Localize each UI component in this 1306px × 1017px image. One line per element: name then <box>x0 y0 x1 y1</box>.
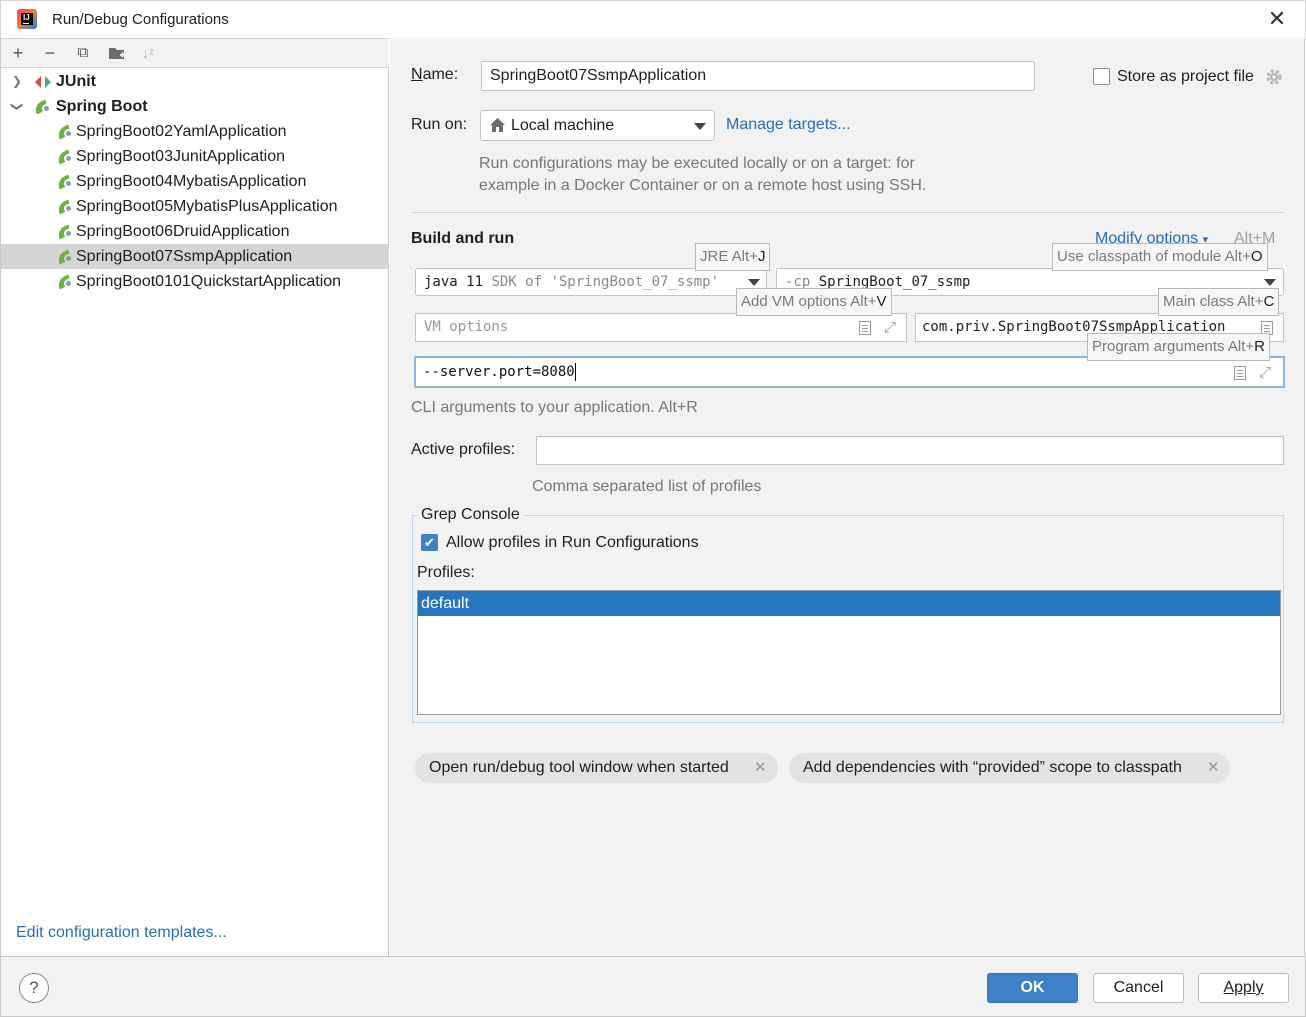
chevron-down-icon <box>1264 279 1276 286</box>
run-on-hint-line-1: Run configurations may be executed local… <box>479 155 915 172</box>
list-item[interactable]: default <box>418 591 1280 616</box>
run-on-dropdown[interactable]: Local machine <box>480 110 715 141</box>
store-label[interactable]: Store as project file <box>1117 68 1254 86</box>
configuration-editor: Name: SpringBoot07SsmpApplication Store … <box>390 38 1305 956</box>
name-field[interactable]: SpringBoot07SsmpApplication <box>481 61 1035 91</box>
tree-item[interactable]: SpringBoot06DruidApplication <box>1 219 389 244</box>
expand-icon[interactable]: ⤢ <box>882 320 898 336</box>
run-on-hint-line-2: example in a Docker Container or on a re… <box>479 177 927 194</box>
chevron-right-icon[interactable]: ❯ <box>10 69 24 94</box>
close-icon[interactable]: ✕ <box>1265 7 1289 31</box>
copy-icon[interactable]: ⧉ <box>72 42 94 64</box>
tree-group-label: Spring Boot <box>56 98 148 115</box>
home-icon <box>490 118 505 136</box>
tree-toolbar: + − ⧉ ↓ᶻ <box>1 38 389 68</box>
program-arguments-value: --server.port=8080 <box>423 363 576 381</box>
ok-button[interactable]: OK <box>987 973 1078 1003</box>
spring-boot-app-icon <box>55 223 74 240</box>
active-profiles-field[interactable] <box>536 436 1284 465</box>
chip-label: Add dependencies with “provided” scope t… <box>803 759 1182 776</box>
vm-options-placeholder: VM options <box>424 319 509 335</box>
chevron-down-icon <box>748 279 760 286</box>
gear-icon[interactable] <box>1265 68 1283 86</box>
document-icon[interactable] <box>859 321 871 335</box>
edit-templates-link[interactable]: Edit configuration templates... <box>16 924 227 942</box>
profiles-hint: Comma separated list of profiles <box>532 478 762 495</box>
tree-item-label: SpringBoot03JunitApplication <box>76 148 286 165</box>
program-arguments-tooltip: Program arguments Alt+R <box>1087 333 1271 361</box>
jre-value: java 11 SDK of 'SpringBoot_07_ssmp' <box>424 274 720 290</box>
build-run-heading: Build and run <box>411 230 515 247</box>
dialog-footer: ? OK Cancel Apply <box>0 956 1306 1017</box>
junit-icon <box>34 73 52 89</box>
tree-group-junit[interactable]: ❯ JUnit <box>1 69 389 94</box>
manage-targets-link[interactable]: Manage targets... <box>726 116 851 134</box>
divider <box>411 212 1284 213</box>
tree-item-label: SpringBoot02YamlApplication <box>76 123 287 140</box>
spring-boot-app-icon <box>55 273 74 290</box>
cli-hint: CLI arguments to your application. Alt+R <box>411 399 698 416</box>
help-icon[interactable]: ? <box>19 973 49 1003</box>
jre-tooltip: JRE Alt+J <box>695 243 771 271</box>
chip-label: Open run/debug tool window when started <box>429 759 729 776</box>
apply-button[interactable]: Apply <box>1198 973 1289 1003</box>
vm-options-tooltip: Add VM options Alt+V <box>736 288 892 316</box>
tree-item[interactable]: SpringBoot03JunitApplication <box>1 144 389 169</box>
tree-group-spring-boot[interactable]: ❯ Spring Boot <box>1 94 389 119</box>
title-bar: IJ Run/Debug Configurations ✕ <box>0 0 1306 38</box>
tree-item-label: SpringBoot0101QuickstartApplication <box>76 273 342 290</box>
add-icon[interactable]: + <box>7 42 29 64</box>
allow-profiles-checkbox[interactable]: ✔ <box>421 534 438 551</box>
name-label: Name: <box>411 66 459 83</box>
name-value: SpringBoot07SsmpApplication <box>490 67 707 84</box>
profiles-label: Profiles: <box>417 564 475 581</box>
spring-boot-app-icon <box>55 123 74 140</box>
intellij-idea-icon: IJ <box>17 9 37 29</box>
spring-boot-app-icon <box>55 173 74 190</box>
document-icon[interactable] <box>1234 366 1246 380</box>
tree-item-label: SpringBoot06DruidApplication <box>76 223 290 240</box>
provided-scope-chip[interactable]: Add dependencies with “provided” scope t… <box>789 753 1230 783</box>
close-icon[interactable]: ✕ <box>754 753 767 783</box>
run-on-label: Run on: <box>411 116 468 133</box>
profiles-list[interactable]: default <box>417 590 1281 715</box>
classpath-tooltip: Use classpath of module Alt+O <box>1052 243 1268 271</box>
main-class-tooltip: Main class Alt+C <box>1158 288 1280 316</box>
open-tool-window-chip[interactable]: Open run/debug tool window when started … <box>415 753 778 783</box>
spring-boot-app-icon <box>55 198 74 215</box>
tree-item[interactable]: SpringBoot02YamlApplication <box>1 119 389 144</box>
tree-item[interactable]: SpringBoot0101QuickstartApplication <box>1 269 389 294</box>
allow-profiles-label[interactable]: Allow profiles in Run Configurations <box>446 534 699 552</box>
chevron-down-icon[interactable]: ❯ <box>5 100 30 114</box>
jre-dropdown[interactable]: java 11 SDK of 'SpringBoot_07_ssmp' <box>415 268 767 296</box>
folder-add-icon[interactable] <box>106 42 128 64</box>
chevron-down-icon <box>694 123 706 130</box>
spring-boot-app-icon <box>55 148 74 165</box>
spring-boot-app-icon <box>55 248 74 265</box>
close-icon[interactable]: ✕ <box>1207 753 1220 783</box>
store-checkbox[interactable] <box>1093 68 1110 85</box>
tree-item[interactable]: SpringBoot04MybatisApplication <box>1 169 389 194</box>
configurations-panel: + − ⧉ ↓ᶻ ❯ JUnit ❯ Spring Boot SpringBoo… <box>0 38 389 956</box>
grep-console-title: Grep Console <box>417 506 524 524</box>
remove-icon[interactable]: − <box>39 42 61 64</box>
tree-item-selected[interactable]: SpringBoot07SsmpApplication <box>1 244 389 269</box>
tree-item-label: SpringBoot07SsmpApplication <box>76 248 293 265</box>
expand-icon[interactable]: ⤢ <box>1257 365 1273 381</box>
cancel-button[interactable]: Cancel <box>1093 973 1184 1003</box>
tree-item-label: SpringBoot05MybatisPlusApplication <box>76 198 338 215</box>
sort-icon[interactable]: ↓ᶻ <box>137 42 159 64</box>
window-title: Run/Debug Configurations <box>52 11 229 28</box>
run-on-value: Local machine <box>511 117 615 134</box>
tree-item[interactable]: SpringBoot05MybatisPlusApplication <box>1 194 389 219</box>
tree-item-label: SpringBoot04MybatisApplication <box>76 173 307 190</box>
spring-boot-icon <box>32 98 51 115</box>
active-profiles-label: Active profiles: <box>411 441 516 458</box>
tree-group-label: JUnit <box>56 73 96 90</box>
vm-options-field[interactable]: VM options ⤢ <box>415 313 907 342</box>
